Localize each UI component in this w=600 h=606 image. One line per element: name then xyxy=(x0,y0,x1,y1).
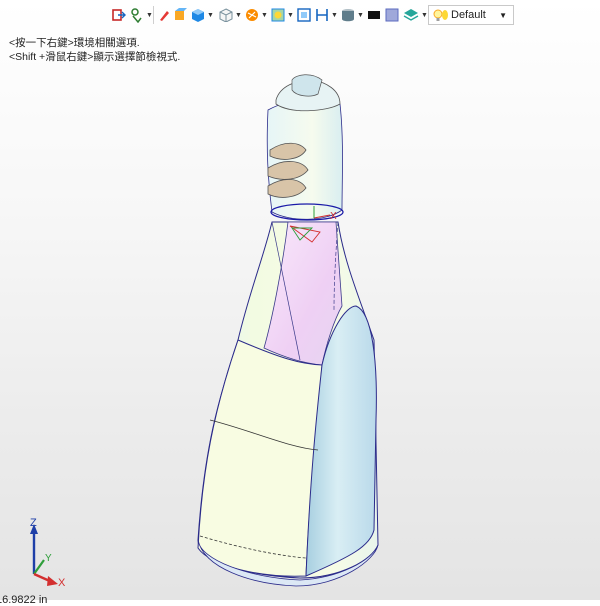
hide-show-icon[interactable]: ▼ xyxy=(130,6,153,24)
hint-right-click: <按一下右鍵>環境相關選項. xyxy=(9,37,140,49)
lightbulb-icon xyxy=(433,8,449,22)
display-state-value: Default xyxy=(451,9,486,21)
chevron-down-icon[interactable]: ▼ xyxy=(207,12,214,19)
view-orientation-icon[interactable]: ▼ xyxy=(219,6,242,24)
chevron-down-icon: ▼ xyxy=(499,10,507,20)
heads-up-view-toolbar: ▼ ▼ ▼ ▼ ▼ ▼ ▼ ▼ Default ▼ xyxy=(0,0,600,30)
bottle-body[interactable] xyxy=(197,221,379,587)
view-settings-icon[interactable]: ▼ xyxy=(191,6,214,24)
display-style-icon[interactable]: ▼ xyxy=(245,6,268,24)
display-state-dropdown[interactable]: Default ▼ xyxy=(428,5,514,25)
triad-z-label: Z xyxy=(30,517,37,529)
chevron-down-icon[interactable]: ▼ xyxy=(235,12,242,19)
bottle-neck[interactable] xyxy=(266,74,344,221)
section-view-icon[interactable]: ▼ xyxy=(271,6,294,24)
chevron-down-icon[interactable]: ▼ xyxy=(146,12,153,19)
sketch-axis-label: X xyxy=(330,211,337,222)
context-hints: <按一下右鍵>環境相關選項. <Shift +滑鼠右鍵>顯示選擇節檢視式. xyxy=(9,36,180,64)
triad-x-label: X xyxy=(58,577,66,588)
chevron-down-icon[interactable]: ▼ xyxy=(357,12,364,19)
chevron-down-icon[interactable]: ▼ xyxy=(261,12,268,19)
measurement-readout: 16.9822 in xyxy=(0,594,48,606)
measure-icon[interactable]: ▼ xyxy=(315,6,338,24)
model-viewport[interactable]: X xyxy=(0,0,600,600)
toolbar-divider xyxy=(153,6,154,24)
view-selector-icon[interactable] xyxy=(297,6,311,24)
triad-y-label: Y xyxy=(45,553,52,564)
exit-icon[interactable] xyxy=(112,6,126,24)
edit-appearance-icon[interactable] xyxy=(158,6,170,24)
chevron-down-icon[interactable]: ▼ xyxy=(331,12,338,19)
reference-triad: Z Y X xyxy=(30,517,66,588)
scene-color-icon[interactable] xyxy=(385,6,399,24)
realview-icon[interactable]: ▼ xyxy=(341,6,364,24)
background-color-icon[interactable] xyxy=(367,6,381,24)
layers-icon[interactable]: ▼ xyxy=(403,6,428,24)
hint-shift-right-click: <Shift +滑鼠右鍵>顯示選擇節檢視式. xyxy=(9,51,181,63)
chevron-down-icon[interactable]: ▼ xyxy=(421,12,428,19)
chevron-down-icon[interactable]: ▼ xyxy=(287,12,294,19)
apply-scene-icon[interactable] xyxy=(173,6,187,24)
